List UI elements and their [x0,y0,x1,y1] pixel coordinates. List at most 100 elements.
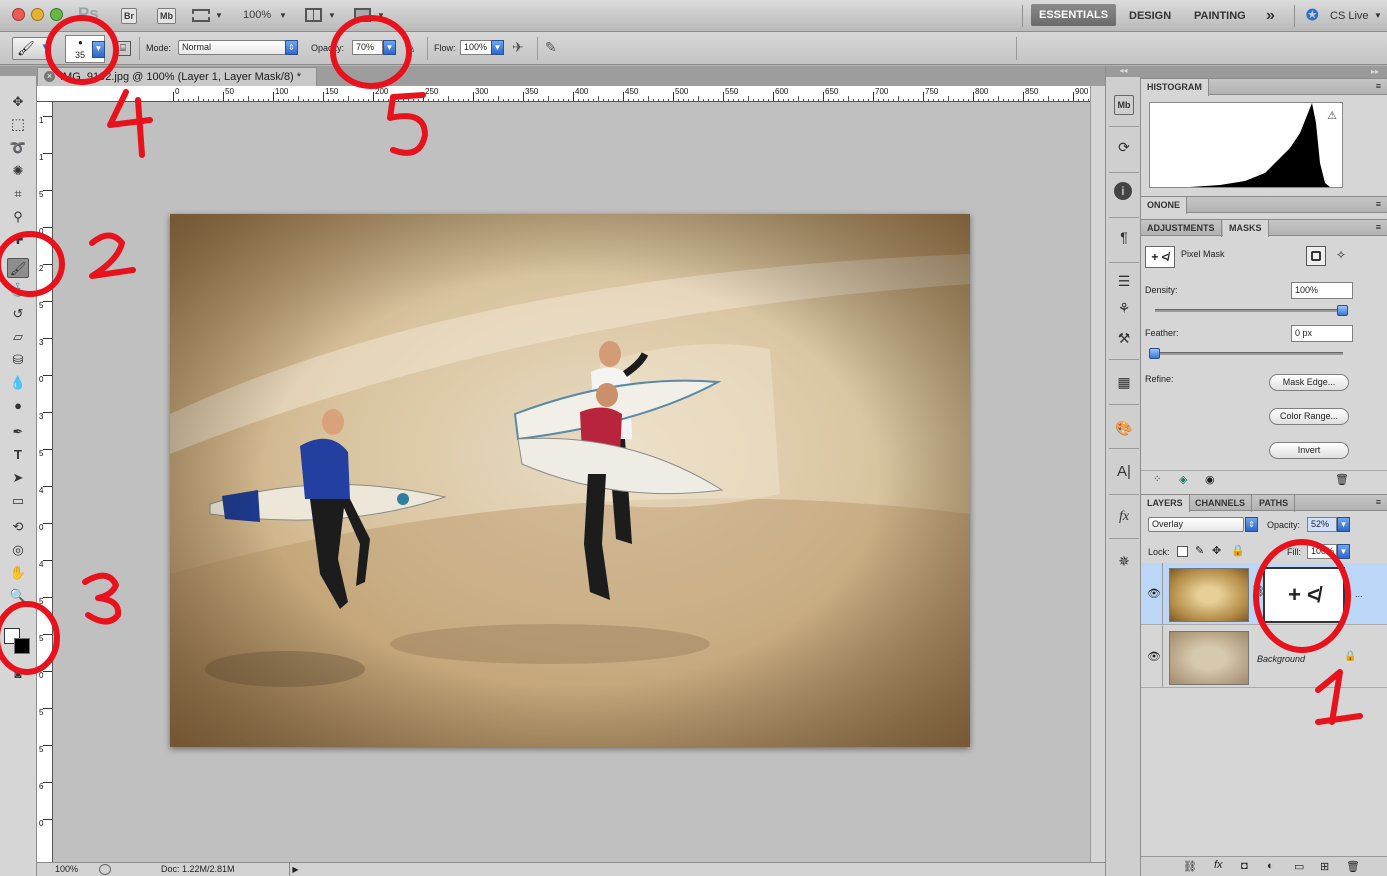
navigator-icon[interactable]: ✵ [1114,551,1134,571]
tool-presets-icon[interactable]: ⚒ [1114,328,1134,348]
lock-transparent-icon[interactable] [1177,546,1188,557]
pressure-size-icon[interactable]: ✎ [545,39,557,56]
screen-mode-icon[interactable] [354,8,371,22]
quick-selection-tool-icon[interactable]: ✺ [7,161,29,181]
brush-preset-picker[interactable]: ● 35 ▼ [65,35,105,63]
tab-onone[interactable]: ONONE [1141,197,1188,214]
density-slider-track[interactable] [1155,309,1343,312]
chevron-down-icon[interactable]: ▼ [491,40,504,55]
dodge-tool-icon[interactable]: ● [7,396,29,416]
history-icon[interactable]: ⟳ [1114,137,1134,157]
zoom-level-select[interactable]: 100% [243,7,271,24]
adjustment-layer-icon[interactable]: ◐ [1267,860,1274,872]
eye-icon[interactable]: ◉ [1205,473,1215,486]
character-icon[interactable]: A| [1114,462,1134,482]
layer-mask-thumbnail[interactable]: + ≮ [1263,567,1345,623]
add-mask-icon[interactable]: ◘ [1241,860,1248,872]
lasso-tool-icon[interactable]: ➰ [7,138,29,158]
warning-icon[interactable]: ⚠ [1327,109,1337,122]
group-folder-icon[interactable]: ▭ [1294,860,1304,873]
status-info-icon[interactable] [99,864,111,875]
info-icon[interactable]: i [1114,182,1132,200]
marquee-tool-icon[interactable]: ⬚ [7,115,29,135]
cs-live-button[interactable]: CS Live [1330,0,1369,32]
brush-tool-icon[interactable]: 🖌 [7,258,29,278]
panel-menu-icon[interactable]: ≡ [1376,497,1381,507]
paint-bucket-tool-icon[interactable]: ⛁ [7,350,29,370]
pixel-mask-button[interactable] [1306,246,1326,266]
load-selection-icon[interactable]: ⁘ [1153,474,1161,485]
swatches-icon[interactable]: ▦ [1114,372,1134,392]
layer-row-layer1[interactable]: 👁 ⛓ + ≮ ... [1141,563,1387,625]
brush-presets-icon[interactable]: ☰ [1114,271,1134,291]
layer-thumbnail[interactable] [1169,568,1249,622]
blur-tool-icon[interactable]: 💧 [7,373,29,393]
invert-button[interactable]: Invert [1269,442,1349,459]
chevron-down-icon[interactable]: ▼ [215,7,223,24]
tab-adjustments[interactable]: ADJUSTMENTS [1141,220,1222,237]
apply-mask-icon[interactable]: ◈ [1179,473,1187,486]
background-layer-name[interactable]: Background [1257,654,1305,664]
type-tool-icon[interactable]: T [7,445,29,465]
panel-menu-icon[interactable]: ≡ [1376,199,1381,209]
quick-mask-icon[interactable]: ◙ [7,664,29,684]
collapse-arrows-icon[interactable]: ◂◂ [1106,66,1141,77]
panel-menu-icon[interactable]: ≡ [1376,81,1381,91]
layer-style-fx-icon[interactable]: fx [1214,859,1223,871]
eyedropper-tool-icon[interactable]: ⚲ [7,207,29,227]
lock-position-icon[interactable]: ✥ [1212,544,1221,557]
pen-tool-icon[interactable]: ✒ [7,422,29,442]
3d-orbit-tool-icon[interactable]: ◎ [7,540,29,560]
feather-slider-track[interactable] [1155,352,1343,355]
new-layer-icon[interactable]: ⊞ [1320,860,1329,873]
launch-mini-bridge-button[interactable]: Mb [157,8,176,24]
background-layer-thumbnail[interactable] [1169,631,1249,685]
vector-mask-icon[interactable]: ✧ [1336,248,1346,262]
dock-collapse-icon[interactable]: ▸▸ [1141,66,1387,78]
workspace-design[interactable]: DESIGN [1129,0,1171,32]
chevron-updown-icon[interactable]: ⇕ [1245,517,1258,532]
layer-row-background[interactable]: 👁 Background 🔒 [1141,626,1387,688]
view-extras-icon[interactable] [192,9,210,22]
zoom-tool-icon[interactable]: 🔍 [7,586,29,606]
layer-opacity-input[interactable]: 52% [1307,517,1337,532]
airbrush-icon[interactable]: ✈ [512,39,524,56]
document-tab[interactable]: × IMG_9192.jpg @ 100% (Layer 1, Layer Ma… [37,67,317,86]
chevron-down-icon[interactable]: ▼ [279,7,287,24]
actions-fx-icon[interactable]: fx [1114,507,1134,527]
layer-blend-mode-select[interactable]: Overlay [1148,517,1244,532]
healing-brush-tool-icon[interactable]: ✚ [7,230,29,250]
clone-source-icon[interactable]: ⚘ [1114,298,1134,318]
trash-icon[interactable]: 🗑 [1335,473,1349,486]
history-brush-tool-icon[interactable]: ↺ [7,304,29,324]
3d-rotate-tool-icon[interactable]: ⟲ [7,517,29,537]
tab-paths[interactable]: PATHS [1253,495,1296,512]
launch-bridge-button[interactable]: Br [121,8,138,24]
workspace-painting[interactable]: PAINTING [1194,0,1246,32]
status-zoom[interactable]: 100% [55,863,78,876]
close-document-icon[interactable]: × [44,71,55,82]
workspace-essentials[interactable]: ESSENTIALS [1031,4,1117,26]
minimize-window-button[interactable] [31,8,44,21]
eye-icon[interactable]: 👁 [1147,587,1161,600]
flow-input[interactable]: 100% [460,40,492,55]
opacity-input[interactable]: 70% [352,40,383,55]
chevron-down-icon[interactable]: ▼ [377,7,385,24]
lock-image-icon[interactable]: ✎ [1195,544,1204,557]
color-range-button[interactable]: Color Range... [1269,408,1349,425]
eye-icon[interactable]: 👁 [1147,650,1161,663]
brush-panel-toggle-icon[interactable]: ⌸ [115,41,131,56]
chevron-updown-icon[interactable]: ⇕ [285,40,298,55]
chevron-down-icon[interactable]: ▼ [1337,517,1350,532]
zoom-window-button[interactable] [50,8,63,21]
paragraph-icon[interactable]: ¶ [1114,227,1134,247]
feather-input[interactable]: 0 px [1291,325,1353,342]
fill-input[interactable]: 100% [1307,544,1337,559]
panel-menu-icon[interactable]: ≡ [1376,222,1381,232]
feather-slider-knob[interactable] [1149,348,1160,359]
chevron-down-icon[interactable]: ▼ [1337,544,1350,559]
mini-bridge-icon[interactable]: Mb [1114,95,1134,115]
path-selection-tool-icon[interactable]: ➤ [7,468,29,488]
eraser-tool-icon[interactable]: ▱ [7,327,29,347]
vertical-scrollbar[interactable] [1090,86,1105,862]
